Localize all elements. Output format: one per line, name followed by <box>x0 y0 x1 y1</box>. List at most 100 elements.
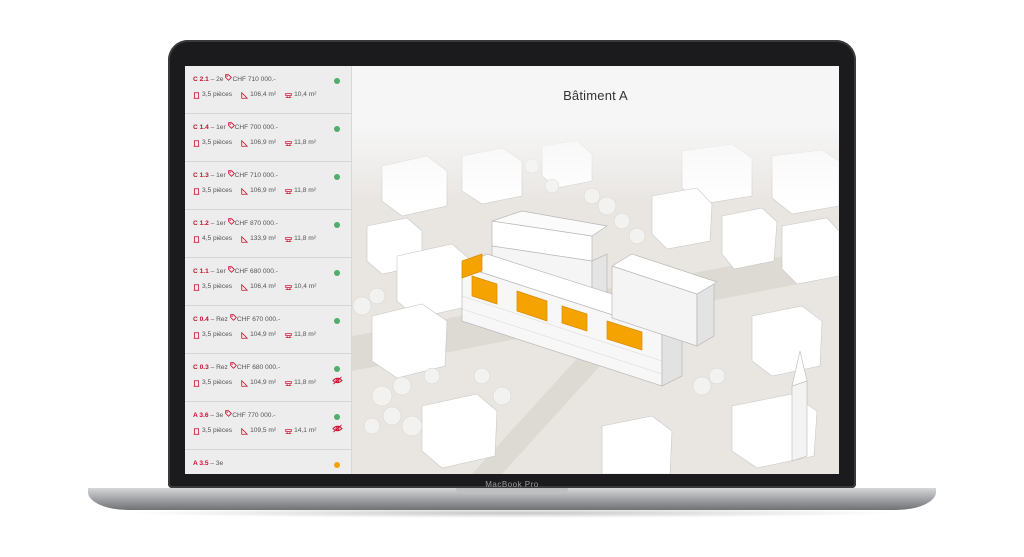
ruler-icon <box>241 379 249 387</box>
unit-balcony-value: 11,8 m² <box>294 139 316 146</box>
unit-header: C 0.3 – Rez CHF 680 000.- <box>193 362 281 371</box>
unit-rooms: 3,5 pièces <box>193 90 232 100</box>
unit-list[interactable]: C 2.1 – 2e CHF 710 000.- 3,5 pièces 106,4 m… <box>185 66 352 474</box>
laptop-brand-label: MacBook Pro <box>485 480 539 489</box>
unit-rooms-value: 3,5 pièces <box>202 331 233 338</box>
unit-code: C 1.2 <box>193 220 209 227</box>
unit-floor: 1er <box>216 268 226 275</box>
unit-header: C 1.4 – 1er CHF 700 000.- <box>193 122 278 131</box>
unit-code: C 1.3 <box>193 172 209 179</box>
unit-floor: Rez <box>216 316 228 323</box>
tag-icon <box>230 362 237 369</box>
balcony-icon <box>285 332 292 339</box>
unit-list-item[interactable]: A 3.5 – 3e <box>185 450 351 474</box>
eye-icon[interactable] <box>332 424 343 433</box>
unit-code: C 1.4 <box>193 124 209 131</box>
door-icon <box>193 91 200 99</box>
unit-details: 3,5 pièces 106,9 m² 11,8 m² <box>193 186 351 196</box>
unit-details: 4,5 pièces 133,9 m² 11,8 m² <box>193 234 351 244</box>
unit-list-item[interactable]: C 0.3 – Rez CHF 680 000.- 3,5 pièces 104,9 … <box>185 354 351 402</box>
unit-area: 104,9 m² <box>241 330 276 340</box>
unit-area: 109,5 m² <box>241 426 276 436</box>
unit-price: CHF 700 000.- <box>234 124 278 131</box>
unit-rooms: 3,5 pièces <box>193 186 232 196</box>
unit-header: A 3.6 – 3e CHF 770 000.- <box>193 410 276 419</box>
status-dot <box>334 462 340 468</box>
unit-floor: 1er <box>216 124 226 131</box>
unit-price: CHF 770 000.- <box>232 412 276 419</box>
door-icon <box>193 427 200 435</box>
unit-balcony: 11,8 m² <box>285 330 316 340</box>
unit-floor: 1er <box>216 220 226 227</box>
status-dot <box>334 270 340 276</box>
status-dot <box>334 78 340 84</box>
door-icon <box>193 187 200 195</box>
unit-rooms-value: 3,5 pièces <box>202 91 233 98</box>
aerial-3d-model[interactable] <box>352 126 839 474</box>
unit-floor: 1er <box>216 172 226 179</box>
unit-list-item[interactable]: C 0.4 – Rez CHF 670 000.- 3,5 pièces 104,9 … <box>185 306 351 354</box>
unit-balcony-value: 11,8 m² <box>294 235 316 242</box>
unit-list-item[interactable]: C 1.4 – 1er CHF 700 000.- 3,5 pièces 106,9 … <box>185 114 351 162</box>
unit-balcony-value: 11,8 m² <box>294 331 316 338</box>
unit-area: 106,4 m² <box>241 90 276 100</box>
unit-balcony: 10,4 m² <box>285 282 316 292</box>
ruler-icon <box>241 331 249 339</box>
unit-code: A 3.5 <box>193 460 209 467</box>
ruler-icon <box>241 427 249 435</box>
balcony-icon <box>285 284 292 291</box>
status-dot <box>334 126 340 132</box>
unit-area-value: 106,4 m² <box>250 91 277 98</box>
unit-price: CHF 710 000.- <box>232 76 276 83</box>
unit-balcony-value: 10,4 m² <box>294 91 317 98</box>
ruler-icon <box>241 139 249 147</box>
door-icon <box>193 331 200 339</box>
unit-list-item[interactable]: A 3.6 – 3e CHF 770 000.- 3,5 pièces 109,5 m… <box>185 402 351 450</box>
unit-area-value: 104,9 m² <box>250 331 277 338</box>
ruler-icon <box>241 235 249 243</box>
unit-rooms-value: 4,5 pièces <box>202 235 233 242</box>
unit-area: 104,9 m² <box>241 378 276 388</box>
unit-rooms: 4,5 pièces <box>193 234 232 244</box>
status-dot <box>334 318 340 324</box>
unit-list-item[interactable]: C 1.2 – 1er CHF 870 000.- 4,5 pièces 133,9 … <box>185 210 351 258</box>
unit-area: 133,9 m² <box>241 234 276 244</box>
unit-area-value: 133,9 m² <box>250 235 277 242</box>
tag-icon <box>227 170 235 177</box>
unit-header: C 1.1 – 1er CHF 680 000.- <box>193 266 278 275</box>
tag-icon <box>225 410 233 417</box>
unit-list-item[interactable]: C 2.1 – 2e CHF 710 000.- 3,5 pièces 106,4 m… <box>185 66 351 114</box>
unit-details: 3,5 pièces 106,4 m² 10,4 m² <box>193 282 351 292</box>
unit-rooms-value: 3,5 pièces <box>202 427 233 434</box>
laptop-screen: C 2.1 – 2e CHF 710 000.- 3,5 pièces 106,4 m… <box>185 66 839 474</box>
unit-rooms-value: 3,5 pièces <box>202 379 233 386</box>
unit-area-value: 109,5 m² <box>250 427 277 434</box>
unit-code: C 0.4 <box>193 316 209 323</box>
unit-rooms: 3,5 pièces <box>193 282 232 292</box>
unit-list-item[interactable]: C 1.1 – 1er CHF 680 000.- 3,5 pièces 106,4 … <box>185 258 351 306</box>
door-icon <box>193 379 200 387</box>
tag-icon <box>227 122 235 129</box>
unit-details: 3,5 pièces 109,5 m² 14,1 m² <box>193 426 351 436</box>
tag-icon <box>227 266 235 273</box>
balcony-icon <box>285 188 292 195</box>
unit-header: C 2.1 – 2e CHF 710 000.- <box>193 74 276 83</box>
unit-header: C 0.4 – Rez CHF 670 000.- <box>193 314 281 323</box>
unit-balcony: 14,1 m² <box>285 426 316 436</box>
unit-rooms-value: 3,5 pièces <box>202 139 233 146</box>
unit-code: C 0.3 <box>193 364 209 371</box>
eye-icon[interactable] <box>332 376 343 385</box>
ruler-icon <box>241 91 249 99</box>
unit-area-value: 104,9 m² <box>250 379 277 386</box>
balcony-icon <box>285 236 292 243</box>
unit-floor: 2e <box>216 76 224 83</box>
balcony-icon <box>285 92 292 99</box>
unit-price: CHF 680 000.- <box>236 364 281 371</box>
unit-area: 106,9 m² <box>241 186 276 196</box>
door-icon <box>193 235 200 243</box>
tag-icon <box>225 74 233 81</box>
unit-balcony: 11,8 m² <box>285 138 316 148</box>
unit-area: 106,4 m² <box>241 282 276 292</box>
unit-area: 106,9 m² <box>241 138 276 148</box>
unit-list-item[interactable]: C 1.3 – 1er CHF 710 000.- 3,5 pièces 106,9 … <box>185 162 351 210</box>
